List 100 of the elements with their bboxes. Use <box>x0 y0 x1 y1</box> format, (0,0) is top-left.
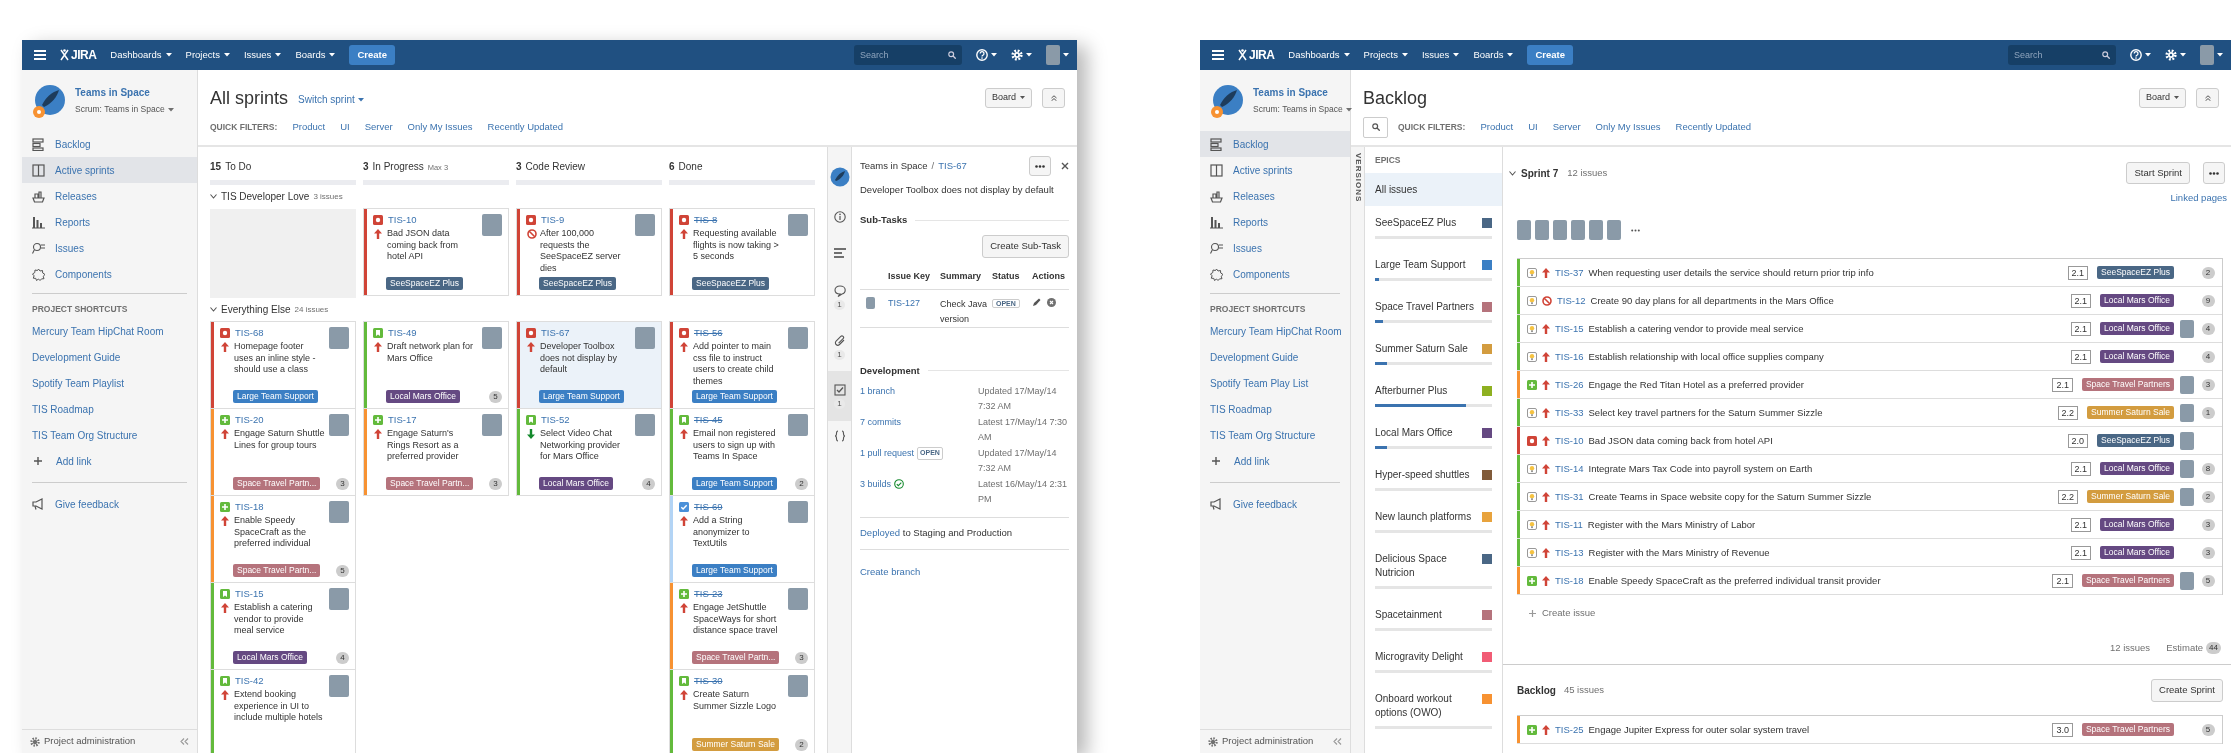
issue-row[interactable]: TIS-10 Bad JSON data coming back from hotel API 2.0 SeeSpaceEZ Plus <box>1517 427 2222 456</box>
sidebar-nav-item[interactable]: Components <box>1200 261 1350 287</box>
issue-key-link[interactable]: TIS-12 <box>1557 293 1586 308</box>
profile-menu[interactable] <box>2200 45 2223 65</box>
project-admin-button[interactable]: Project administration <box>1208 734 1314 749</box>
detail-tab[interactable]: 1 <box>828 271 851 323</box>
settings-menu[interactable] <box>2165 49 2186 61</box>
issue-row[interactable]: TIS-14 Integrate Mars Tax Code into payroll system on Earth 2.1 Local Mars Office 8 <box>1517 455 2222 484</box>
help-menu[interactable] <box>976 49 997 61</box>
delete-icon[interactable] <box>1047 297 1056 307</box>
issue-card[interactable]: TIS-68 Homepage footer uses an inline style - should use a class Large Team Support <box>210 321 356 409</box>
issue-key-link[interactable]: TIS-127 <box>888 297 920 308</box>
detail-tab[interactable]: 1 <box>828 371 851 421</box>
epic-color-swatch[interactable] <box>1482 260 1492 270</box>
shortcut-link[interactable]: Mercury Team HipChat Room <box>32 323 164 339</box>
project-name-link[interactable]: Teams in Space <box>75 85 174 101</box>
epic-name[interactable]: SeeSpaceEZ Plus <box>1375 216 1478 230</box>
nav-menu[interactable]: Issues <box>1421 47 1460 63</box>
issue-card[interactable]: TIS-49 Draft network plan for Mars Office Local Mars Office 5 <box>363 321 509 409</box>
issue-card[interactable]: TIS-69 Add a String anonymizer to TextUtils Large Team Support <box>669 495 815 583</box>
issue-key-link[interactable]: TIS-20 <box>235 414 264 425</box>
issue-key-link[interactable]: TIS-17 <box>388 414 417 425</box>
epic-color-swatch[interactable] <box>1482 470 1492 480</box>
issue-row[interactable]: TIS-33 Select key travel partners for the Saturn Summer Sizzle 2.2 Summer Saturn Sale 1 <box>1517 399 2222 428</box>
epic-color-swatch[interactable] <box>1482 218 1492 228</box>
issue-row[interactable]: TIS-37 When requesting user details the service should return prior trip info 2.1 SeeSpaceEZ Plus 2 <box>1517 259 2222 288</box>
quick-filter[interactable]: Recently Updated <box>1675 119 1752 135</box>
issue-key-link[interactable]: TIS-15 <box>1555 321 1584 336</box>
nav-menu[interactable]: Boards <box>295 47 336 63</box>
epic-color-swatch[interactable] <box>1482 652 1492 662</box>
shortcut-link[interactable]: Mercury Team HipChat Room <box>1210 323 1342 339</box>
feedback-link[interactable]: Give feedback <box>22 491 197 517</box>
issue-key-link[interactable]: TIS-26 <box>1555 377 1584 392</box>
issue-key-link[interactable]: TIS-37 <box>1555 265 1584 280</box>
detail-tab[interactable]: 1 <box>828 323 851 371</box>
issue-key-link[interactable]: TIS-30 <box>694 675 723 686</box>
shortcut-link[interactable]: Development Guide <box>32 349 121 365</box>
quick-filter[interactable]: Product <box>1480 119 1514 135</box>
quick-filter[interactable]: Server <box>364 119 393 135</box>
development-link[interactable]: 7 commits <box>860 415 901 429</box>
epic-name[interactable]: Afterburner Plus <box>1375 384 1478 398</box>
sidebar-nav-item[interactable]: Issues <box>22 235 197 261</box>
settings-menu[interactable] <box>1011 49 1032 61</box>
shortcut-link[interactable]: Development Guide <box>1210 349 1299 365</box>
epic-name[interactable]: Onboard workout options (OWO) <box>1375 692 1478 720</box>
add-link-button[interactable]: Add link <box>22 448 197 474</box>
deployed-link[interactable]: Deployed <box>860 526 901 538</box>
development-link[interactable]: 1 branch <box>860 384 896 398</box>
issue-row[interactable]: TIS-25 Engage Jupiter Express for outer solar system travel 3.0 Space Travel Partners 5 <box>1517 716 2222 745</box>
sidebar-nav-item[interactable]: Releases <box>1200 183 1350 209</box>
quick-filter[interactable]: Product <box>292 119 326 135</box>
issue-key-link[interactable]: TIS-9 <box>541 214 565 225</box>
quick-filter[interactable]: Recently Updated <box>487 119 564 135</box>
quick-filter[interactable]: Server <box>1552 119 1581 135</box>
search-field[interactable]: Search <box>2008 45 2116 65</box>
epic-name[interactable]: Local Mars Office <box>1375 426 1478 440</box>
quick-filter[interactable]: UI <box>340 119 350 135</box>
versions-tab[interactable]: VERSIONS <box>1351 153 1364 203</box>
epic-name[interactable]: Hyper-speed shuttles <box>1375 468 1478 482</box>
shortcut-link[interactable]: TIS Roadmap <box>1210 401 1272 417</box>
issue-key-link[interactable]: TIS-8 <box>694 214 718 225</box>
profile-menu[interactable] <box>1046 45 1069 65</box>
nav-menu[interactable]: Dashboards <box>1288 47 1350 63</box>
issue-row[interactable]: TIS-31 Create Teams in Space website copy for the Saturn Summer Sizzle 2.2 Summer Saturn Sale 2 <box>1517 483 2222 512</box>
project-breadcrumb-link[interactable]: Teams in Space <box>860 158 928 174</box>
issue-key-link[interactable]: TIS-52 <box>541 414 570 425</box>
switch-sprint-button[interactable]: Switch sprint <box>298 92 364 107</box>
search-field[interactable]: Search <box>854 45 962 65</box>
issue-row[interactable]: TIS-12 Create 90 day plans for all departments in the Mars Office 2.1 Local Mars Office 9 <box>1517 287 2222 316</box>
epic-name[interactable]: New launch platforms <box>1375 510 1478 524</box>
issue-key-link[interactable]: TIS-18 <box>1555 573 1584 588</box>
quick-filter[interactable]: UI <box>1528 119 1538 135</box>
issue-card[interactable]: TIS-45 Email non registered users to sign up with Teams In Space Large Team Support 2 <box>669 408 815 496</box>
issue-card[interactable]: TIS-67 Developer Toolbox does not display by default Large Team Support <box>516 321 662 409</box>
board-switcher[interactable]: Scrum: Teams in Space <box>75 103 174 116</box>
shortcut-link[interactable]: Spotify Team Playlist <box>32 375 125 391</box>
issue-key-link[interactable]: TIS-10 <box>388 214 417 225</box>
epic-color-swatch[interactable] <box>1482 694 1492 704</box>
search-button[interactable] <box>1363 116 1388 138</box>
issue-card[interactable]: TIS-9 After 100,000 requests the SeeSpaceEZ server dies SeeSpaceEZ Plus <box>516 208 662 296</box>
more-actions-button[interactable] <box>1029 156 1051 176</box>
issue-card[interactable]: TIS-23 Engage JetShuttle SpaceWays for short distance space travel Space Travel Partn... 3 <box>669 582 815 670</box>
feedback-link[interactable]: Give feedback <box>1200 491 1350 517</box>
board-switcher[interactable]: Scrum: Teams in Space <box>1253 103 1352 116</box>
epic-name[interactable]: Space Travel Partners <box>1375 300 1478 314</box>
linked-pages-link[interactable]: Linked pages <box>2170 191 2227 206</box>
issue-key-link[interactable]: TIS-23 <box>694 588 723 599</box>
issue-key-link[interactable]: TIS-11 <box>1555 517 1583 532</box>
epic-name[interactable]: Spacetainment <box>1375 608 1478 622</box>
issue-key-link[interactable]: TIS-18 <box>235 501 264 512</box>
create-button[interactable]: Create <box>349 45 396 65</box>
issue-row[interactable]: TIS-11 Register with the Mars Ministry of Labor 2.1 Local Mars Office 3 <box>1517 511 2222 540</box>
nav-menu[interactable]: Boards <box>1473 47 1514 63</box>
issue-key-link[interactable]: TIS-33 <box>1555 405 1584 420</box>
issue-key-link[interactable]: TIS-10 <box>1555 433 1584 448</box>
sidebar-nav-item[interactable]: Releases <box>22 183 197 209</box>
quick-filter[interactable]: Only My Issues <box>1595 119 1661 135</box>
issue-key-link[interactable]: TIS-68 <box>235 327 264 338</box>
nav-menu[interactable]: Projects <box>1363 47 1408 63</box>
shortcut-link[interactable]: TIS Roadmap <box>32 401 94 417</box>
